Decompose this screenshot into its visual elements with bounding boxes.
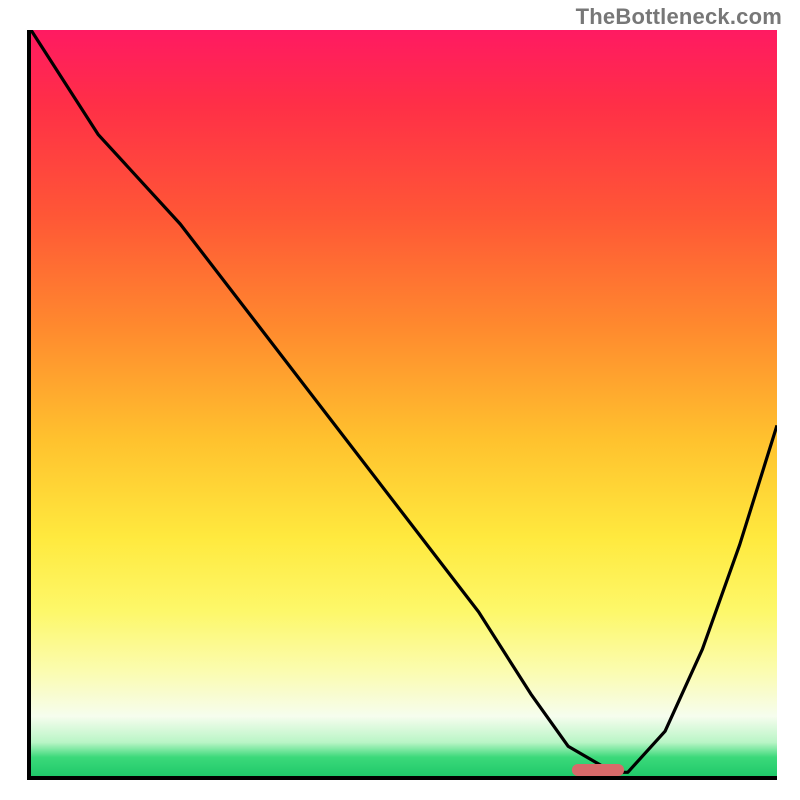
watermark-text: TheBottleneck.com <box>576 4 782 30</box>
chart-svg <box>31 30 777 776</box>
optimum-marker <box>572 764 624 776</box>
bottleneck-curve <box>31 30 777 772</box>
chart-container: TheBottleneck.com <box>0 0 800 800</box>
plot-area <box>27 30 777 780</box>
